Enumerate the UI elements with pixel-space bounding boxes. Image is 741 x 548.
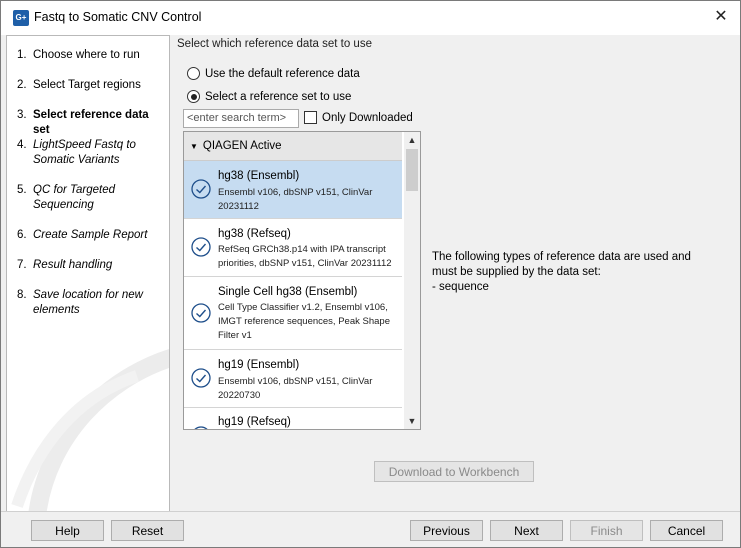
step-4: 4. LightSpeed Fastq to Somatic Variants <box>17 139 136 166</box>
check-circle-icon <box>191 368 211 388</box>
finish-button[interactable]: Finish <box>570 520 643 541</box>
item-name: Single Cell hg38 (Ensembl) <box>218 286 358 298</box>
collapse-triangle-icon: ▼ <box>190 142 198 151</box>
close-icon[interactable]: ✕ <box>710 6 732 28</box>
step-2: 2. Select Target regions <box>17 79 141 91</box>
item-description: Ensembl v106, dbSNP v151, ClinVar 202311… <box>218 187 373 212</box>
checkbox-icon <box>304 111 317 124</box>
check-circle-icon <box>191 237 211 257</box>
list-item[interactable]: Single Cell hg38 (Ensembl) Cell Type Cla… <box>184 277 402 350</box>
previous-button[interactable]: Previous <box>410 520 483 541</box>
download-to-workbench-button[interactable]: Download to Workbench <box>374 461 534 482</box>
cancel-button[interactable]: Cancel <box>650 520 723 541</box>
radio-default-reference[interactable]: Use the default reference data <box>187 67 360 80</box>
group-header-qiagen-active[interactable]: ▼ QIAGEN Active <box>184 132 402 161</box>
window-title: Fastq to Somatic CNV Control <box>34 10 202 24</box>
help-button[interactable]: Help <box>31 520 104 541</box>
item-name: hg38 (Refseq) <box>218 228 291 240</box>
footer-divider <box>1 511 740 512</box>
check-circle-icon <box>191 179 211 199</box>
list-item[interactable]: hg19 (Refseq) <box>184 408 402 429</box>
reference-info-text: The following types of reference data ar… <box>432 251 691 293</box>
item-description: Cell Type Classifier v1.2, Ensembl v106,… <box>218 302 390 341</box>
dialog-window: G+ Fastq to Somatic CNV Control ✕ 1. Choo… <box>0 0 741 548</box>
scroll-thumb[interactable] <box>406 149 418 191</box>
step-5: 5. QC for Targeted Sequencing <box>17 184 116 211</box>
item-name: hg19 (Ensembl) <box>218 359 300 371</box>
step-8: 8. Save location for new elements <box>17 289 143 316</box>
list-item[interactable]: hg38 (Ensembl) Ensembl v106, dbSNP v151,… <box>184 161 402 219</box>
radio-unchecked-icon <box>187 67 200 80</box>
only-downloaded-checkbox[interactable]: Only Downloaded <box>304 111 413 124</box>
scroll-down-icon[interactable]: ▼ <box>404 413 420 429</box>
search-input[interactable]: <enter search term> <box>183 109 299 128</box>
item-description: Ensembl v106, dbSNP v151, ClinVar 202207… <box>218 376 373 401</box>
item-name: hg38 (Ensembl) <box>218 170 300 182</box>
radio-checked-icon <box>187 90 200 103</box>
reset-button[interactable]: Reset <box>111 520 184 541</box>
step-1: 1. Choose where to run <box>17 49 140 61</box>
item-name: hg19 (Refseq) <box>218 416 291 428</box>
list-scrollbar[interactable]: ▲ ▼ <box>404 132 420 429</box>
step-7: 7. Result handling <box>17 259 113 271</box>
next-button[interactable]: Next <box>490 520 563 541</box>
check-circle-icon <box>191 303 211 323</box>
page-heading: Select which reference data set to use <box>177 38 372 50</box>
app-icon: G+ <box>13 10 29 26</box>
binary-watermark-icon <box>11 349 169 511</box>
scroll-up-icon[interactable]: ▲ <box>404 132 420 148</box>
title-bar: G+ Fastq to Somatic CNV Control ✕ <box>1 1 740 35</box>
step-6: 6. Create Sample Report <box>17 229 148 241</box>
reference-set-list: ▼ QIAGEN Active hg38 (Ensembl) Ensembl v1… <box>183 131 421 430</box>
radio-select-reference[interactable]: Select a reference set to use <box>187 90 351 103</box>
wizard-steps-sidebar: 1. Choose where to run 2. Select Target re… <box>6 35 170 512</box>
check-circle-icon <box>194 426 208 429</box>
list-item[interactable]: hg19 (Ensembl) Ensembl v106, dbSNP v151,… <box>184 350 402 408</box>
step-3: 3. Select reference data set <box>17 109 149 136</box>
list-item[interactable]: hg38 (Refseq) RefSeq GRCh38.p14 with IPA… <box>184 219 402 277</box>
item-description: RefSeq GRCh38.p14 with IPA transcript pr… <box>218 244 392 269</box>
